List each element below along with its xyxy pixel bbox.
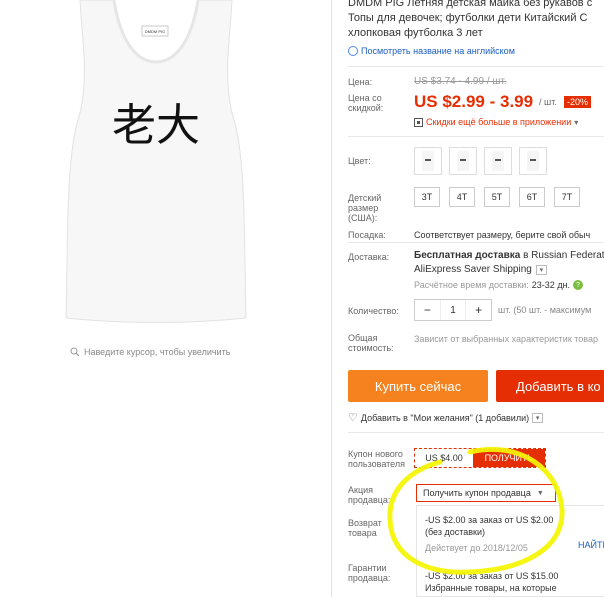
size-option[interactable]: 7T [554,187,580,207]
coupon1-terms: -US $2.00 за заказ от US $2.00 (без доста… [425,515,554,537]
seller-promo-label: Акция продавца: [348,485,391,505]
new-user-coupon: US $4.00 ПОЛУЧИТЬ [414,448,546,468]
chevron-down-icon[interactable]: ▾ [532,412,544,423]
guarantee-label: Гарантии продавца: [348,563,391,583]
quantity-label: Количество: [348,306,399,316]
tank-thumbnail-icon [527,151,539,171]
tank-thumbnail-icon [457,151,469,171]
wishlist-link[interactable]: ♡ Добавить в "Мои желания" (1 добавили) … [348,411,544,424]
per-unit: / шт. [539,97,557,107]
title-line: хлопковая футболка 3 лет [348,27,483,39]
shipping-method-text[interactable]: AliExpress Saver Shipping [414,264,532,275]
quantity-stepper[interactable]: − 1 + [414,299,492,321]
coupon2-terms: -US $2.00 за заказ от US $15.00 Избранные… [425,571,559,593]
title-line: Топы для девочек; футболки дети Китайски… [348,12,588,24]
product-title: DMDM PIG Летняя детская майка без рукаво… [348,0,604,41]
discount-price-label: Цена со скидкой: [348,93,384,113]
product-info: DMDM PIG Летняя детская майка без рукаво… [336,0,604,597]
fit-label: Посадка: [348,230,386,240]
print-text: 老大 [112,100,200,151]
tank-thumbnail-icon [422,151,434,171]
translate-link-text[interactable]: Посмотреть название на английском [361,46,515,56]
current-price: US $2.99 - 3.99 [414,92,534,111]
get-coupon-button[interactable]: ПОЛУЧИТЬ [473,449,545,467]
heart-icon[interactable]: ♡ [348,411,358,424]
coupon1-valid: Действует до 2018/12/05 [425,543,528,553]
shipping-label: Доставка: [348,252,390,262]
zoom-hint: Наведите курсор, чтобы увеличить [70,347,230,357]
chevron-down-icon[interactable]: ▾ [535,264,547,275]
plus-button[interactable]: + [466,303,491,317]
product-image[interactable]: DMDM PIG 老大 [58,0,254,325]
size-label: Детский размер (США): [348,193,382,223]
wishlist-text[interactable]: Добавить в "Мои желания" (1 добавили) [361,413,529,423]
divider [331,0,332,597]
color-swatch[interactable] [449,147,477,175]
tag-text: DMDM PIG [145,29,165,34]
seller-coupon-select[interactable]: Получить купон продавца ▼ [416,484,556,502]
title-line: DMDM PIG Летняя детская майка без рукаво… [348,0,593,9]
quantity-note: шт. (50 шт. - максимум [498,305,592,315]
old-price: US $3.74 - 4.99 / шт. [414,76,507,87]
translate-link[interactable]: Посмотреть название на английском [348,46,515,56]
size-option[interactable]: 3T [414,187,440,207]
discount-badge: -20% [564,96,592,108]
size-option[interactable]: 5T [484,187,510,207]
caret-down-icon[interactable]: ▼ [537,490,544,497]
qr-code-icon [414,117,423,127]
minus-button[interactable]: − [415,303,440,317]
fit-value: Соответствует размеру, берите свой обыч [414,230,591,240]
add-to-cart-button[interactable]: Добавить в ко [496,370,604,402]
help-icon[interactable]: ? [573,280,584,290]
shipping-method[interactable]: AliExpress Saver Shipping ▾ [414,264,547,275]
chevron-down-icon[interactable]: ▾ [574,118,578,127]
tank-thumbnail-icon [492,151,504,171]
divider [348,66,604,67]
total-value: Зависит от выбранных характеристик товар [414,334,598,344]
app-promo-text[interactable]: Скидки ещё больше в приложении [426,117,571,127]
divider [348,432,604,433]
seller-coupon-panel: -US $2.00 за заказ от US $2.00 (без доста… [416,505,604,597]
total-label: Общая стоимость: [348,333,394,353]
quantity-input[interactable]: 1 [439,300,467,320]
color-swatch[interactable] [519,147,547,175]
new-user-coupon-label: Купон нового пользователя [348,449,405,469]
size-option[interactable]: 6T [519,187,545,207]
globe-icon [348,46,358,56]
buy-now-button[interactable]: Купить сейчас [348,370,488,402]
find-coupon-link[interactable]: НАЙТИ [578,540,604,550]
app-promo-link[interactable]: Скидки ещё больше в приложении ▾ [414,117,578,127]
return-label: Возврат товара [348,518,382,538]
color-swatch[interactable] [484,147,512,175]
coupon-amount: US $4.00 [415,449,473,467]
divider [348,136,604,137]
product-gallery: DMDM PIG 老大 Наведите курсор, чтобы увели… [0,0,320,597]
shipping-destination: Бесплатная доставка в Russian Federatio [414,250,604,261]
magnifier-icon [70,347,80,357]
size-option[interactable]: 4T [449,187,475,207]
color-swatch[interactable] [414,147,442,175]
divider [348,242,604,243]
delivery-time: Расчётное время доставки: 23-32 дн. ? [414,280,584,290]
price-label: Цена: [348,77,373,87]
zoom-hint-text: Наведите курсор, чтобы увеличить [84,347,231,357]
color-label: Цвет: [348,156,371,166]
